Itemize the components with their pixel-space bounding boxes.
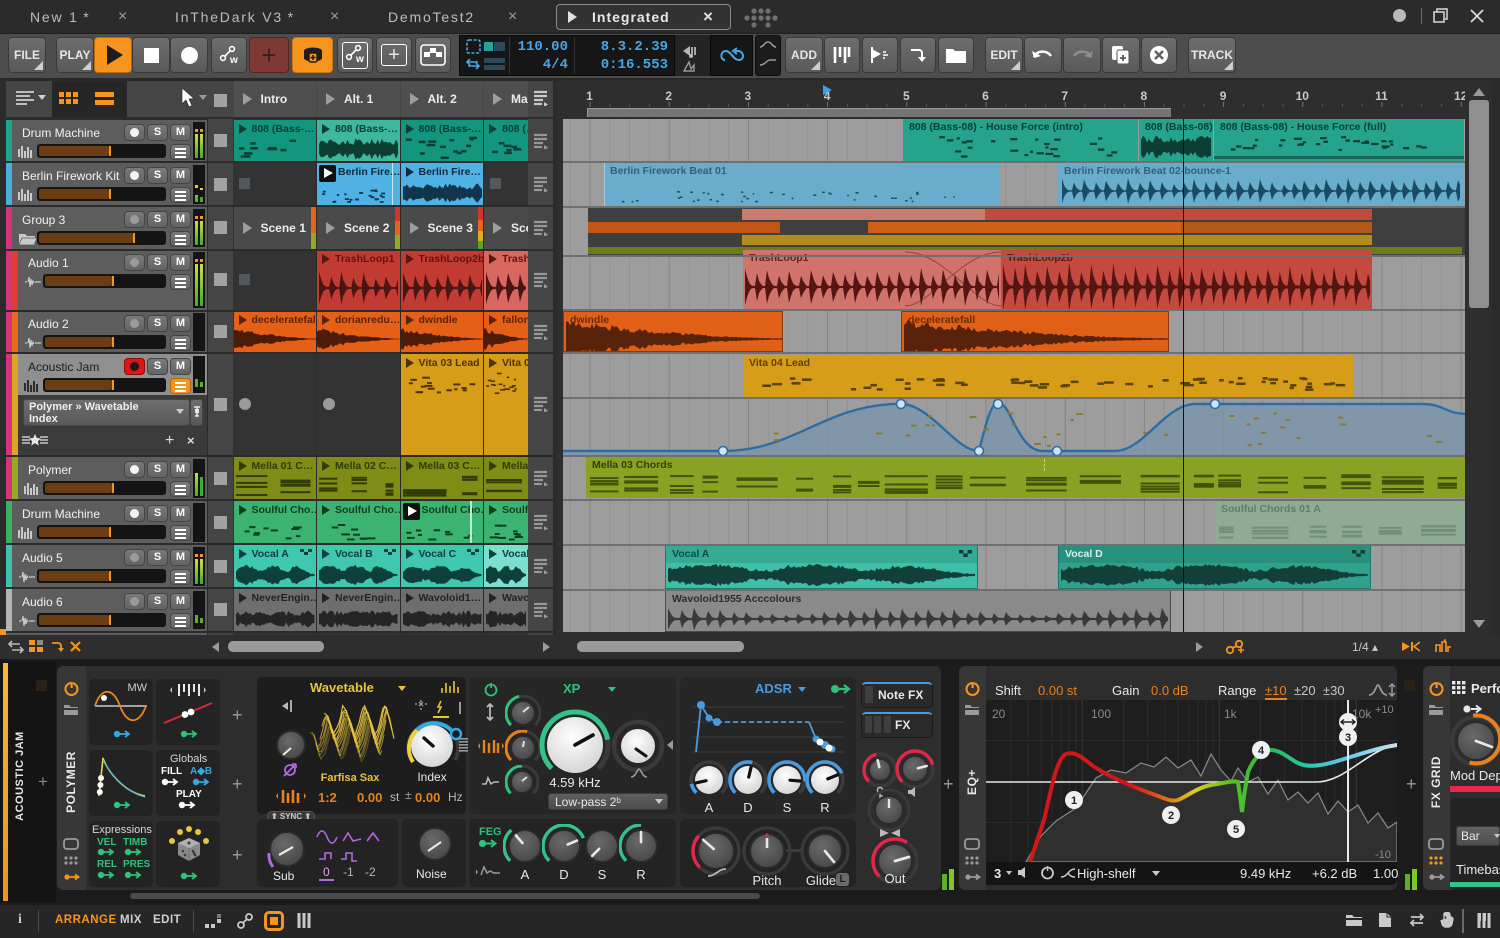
svg-text:1: 1 (586, 89, 593, 103)
svg-text:w: w (355, 54, 364, 65)
svg-text:1: 1 (1071, 795, 1077, 807)
svg-text:7: 7 (1061, 89, 1068, 103)
svg-text:12: 12 (1454, 89, 1465, 103)
svg-text:11: 11 (1375, 89, 1388, 103)
svg-text:2: 2 (665, 89, 672, 103)
svg-text:-10: -10 (1375, 849, 1391, 861)
svg-text:20: 20 (992, 707, 1006, 721)
svg-text:6: 6 (982, 89, 989, 103)
svg-text:+10: +10 (1375, 704, 1394, 716)
svg-text:4: 4 (1258, 745, 1265, 757)
svg-text:10: 10 (1296, 89, 1310, 103)
svg-text:5: 5 (1233, 824, 1239, 836)
svg-text:3: 3 (745, 89, 752, 103)
svg-text:8: 8 (1141, 89, 1148, 103)
svg-text:9: 9 (1220, 89, 1227, 103)
svg-text:2: 2 (1168, 810, 1174, 822)
svg-text:1k: 1k (1224, 707, 1238, 721)
svg-text:5: 5 (903, 89, 910, 103)
svg-text:3: 3 (1345, 732, 1351, 744)
svg-text:w: w (229, 55, 238, 66)
svg-text:100: 100 (1091, 707, 1111, 721)
